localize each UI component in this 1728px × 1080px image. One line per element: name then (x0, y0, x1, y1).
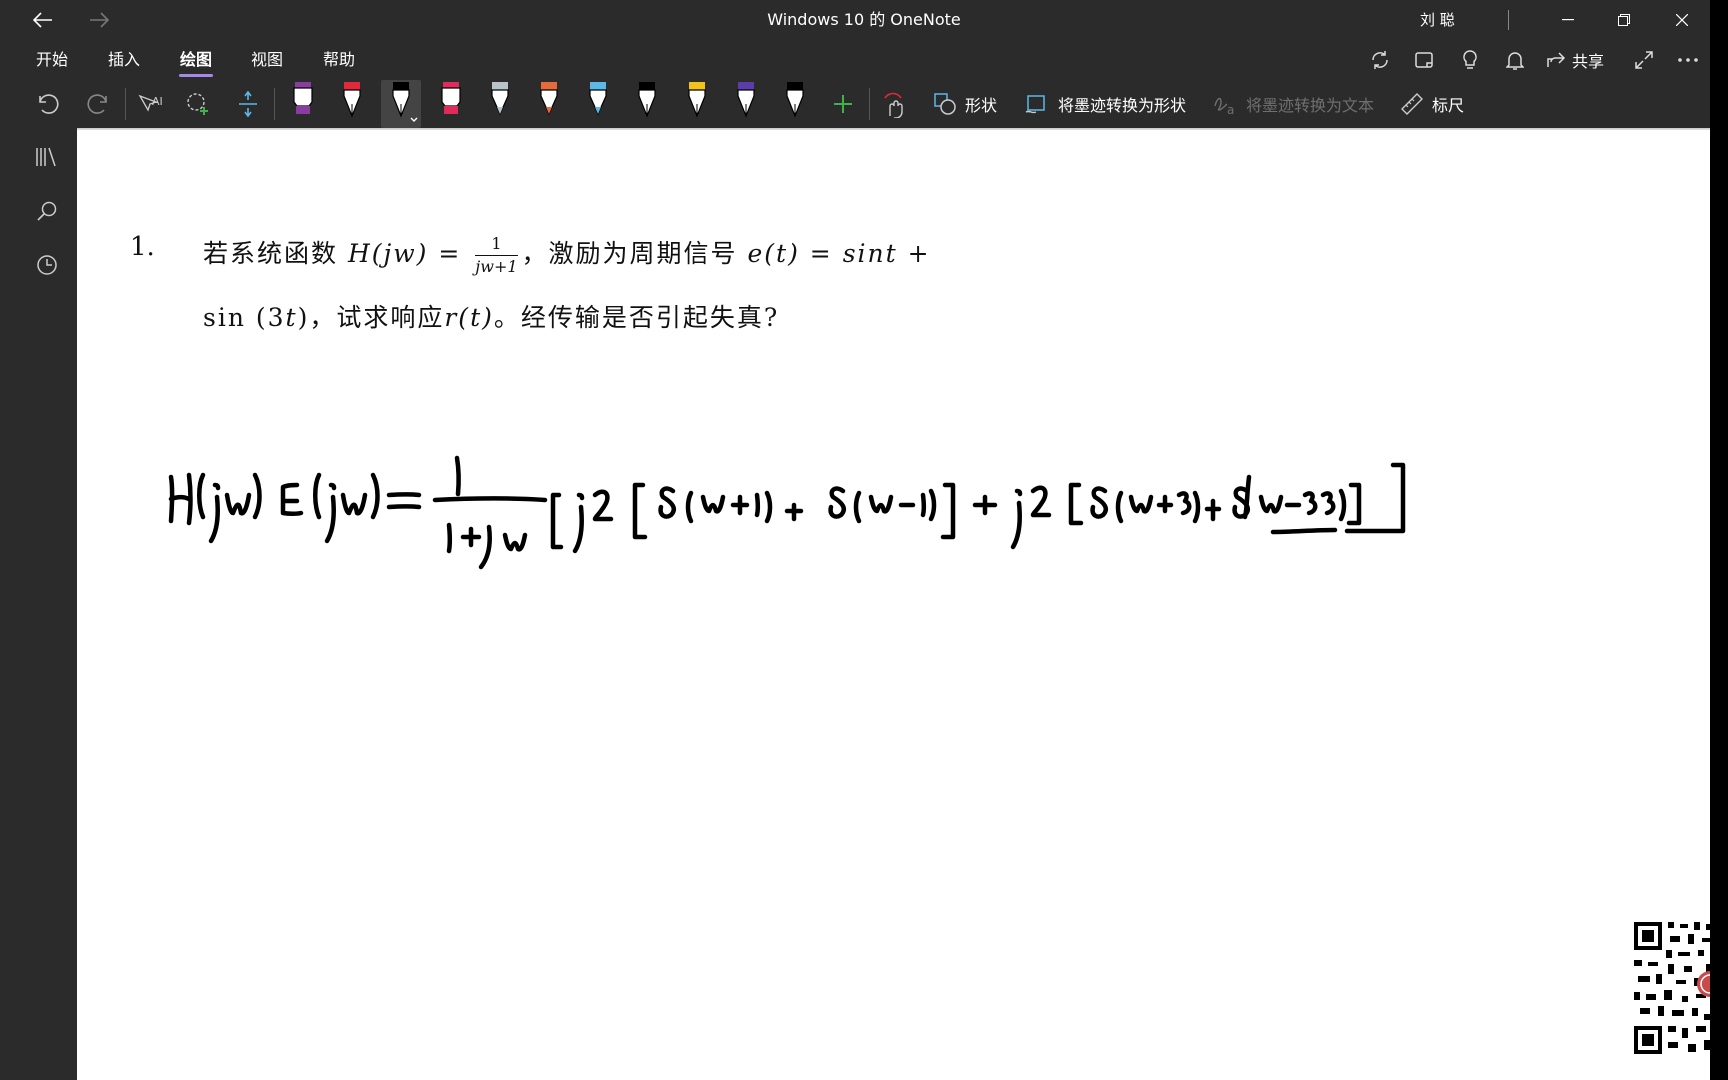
tab-help[interactable]: 帮助 (323, 40, 355, 80)
minimize-icon[interactable] (1545, 0, 1591, 40)
pen-pen-10[interactable] (726, 80, 766, 128)
ruler-button[interactable]: 标尺 (1400, 80, 1464, 128)
pen-pencil-6[interactable] (529, 80, 569, 128)
expand-icon[interactable] (1626, 40, 1662, 80)
question-text: 。经传输是否引起失真? (493, 303, 780, 332)
lasso-select-icon[interactable] (178, 82, 218, 126)
pencil-icon (589, 82, 607, 116)
pen-icon (638, 82, 656, 118)
window-title: Windows 10 的 OneNote (767, 10, 961, 29)
highlighter-icon (440, 82, 461, 114)
pen-pen-2[interactable] (332, 80, 372, 128)
ink-to-text-button[interactable]: a 将墨迹转换为文本 (1212, 80, 1374, 128)
add-pen-icon[interactable] (823, 82, 863, 126)
notebooks-icon[interactable] (32, 142, 62, 172)
pencil-icon (491, 82, 509, 116)
toolbar-separator (125, 88, 126, 120)
draw-toolbar: AI 形状 将墨迹转换为形状 a 将墨迹转换为文本 标尺 (0, 80, 1710, 128)
input-signal: e(t) = sint + (747, 239, 931, 268)
question-text: ，激励为周期信号 (521, 239, 738, 268)
response-signal: r(t) (444, 303, 494, 332)
svg-text:AI: AI (152, 95, 163, 108)
ink-to-shape-label: 将墨迹转换为形状 (1058, 96, 1187, 115)
share-button[interactable]: 共享 (1546, 40, 1604, 80)
share-icon (1547, 52, 1566, 67)
user-name[interactable]: 刘 聪 (1420, 0, 1455, 40)
pencil-icon (540, 82, 558, 116)
ruler-icon (1401, 93, 1423, 115)
pen-pen-3[interactable] (381, 80, 422, 128)
recent-icon[interactable] (32, 250, 62, 280)
question-text: )，试求响应 (297, 303, 445, 332)
pen-icon (737, 82, 755, 118)
more-options-icon[interactable] (1670, 40, 1706, 80)
tab-insert[interactable]: 插入 (108, 40, 140, 80)
pen-pencil-5[interactable] (480, 80, 520, 128)
svg-text:a: a (1227, 103, 1234, 116)
active-tab-indicator (179, 74, 213, 77)
note-canvas[interactable]: 1. 若系统函数 H(jw) = 1 jw+1 ，激励为周期信号 e(t) = … (77, 130, 1710, 1080)
title-bar: Windows 10 的 OneNote 刘 聪 (0, 0, 1710, 40)
pen-pen-11[interactable] (775, 80, 815, 128)
question-line-1: 若系统函数 H(jw) = 1 jw+1 ，激励为周期信号 e(t) = sin… (203, 234, 931, 276)
sync-icon[interactable] (1362, 40, 1398, 80)
touch-drawing-icon[interactable] (874, 82, 914, 126)
search-icon[interactable] (32, 196, 62, 226)
pen-icon (786, 82, 804, 118)
ink-to-shape-icon (1025, 95, 1045, 114)
highlighter-icon (293, 82, 313, 114)
pen-icon (392, 82, 418, 122)
pen-highlighter-1[interactable] (283, 80, 323, 128)
page-view-icon[interactable] (1406, 40, 1442, 80)
ink-to-text-label: 将墨迹转换为文本 (1246, 96, 1375, 115)
question-number: 1. (130, 232, 155, 262)
shapes-icon (934, 93, 956, 115)
shapes-button[interactable]: 形状 (933, 80, 997, 128)
toolbar-separator (869, 88, 870, 120)
ink-to-shape-button[interactable]: 将墨迹转换为形状 (1024, 80, 1186, 128)
handwritten-ink[interactable] (167, 345, 1567, 605)
pen-pen-8[interactable] (627, 80, 667, 128)
redo-icon[interactable] (78, 82, 118, 126)
pen-icon (343, 82, 361, 118)
left-nav (16, 128, 77, 1080)
ribbon-tabs: 开始 插入 绘图 视图 帮助 共享 (0, 40, 1710, 80)
fraction-numerator: 1 (475, 235, 518, 256)
system-function: H(jw) = (347, 239, 462, 268)
pen-pencil-7[interactable] (578, 80, 618, 128)
question-text: 若系统函数 (203, 239, 339, 268)
pen-icon (687, 82, 706, 118)
lightbulb-icon[interactable] (1452, 40, 1488, 80)
ink-to-text-icon: a (1214, 97, 1234, 116)
share-label: 共享 (1572, 52, 1605, 71)
qr-code-icon (1632, 910, 1710, 1058)
question-line-2: sin (3t)，试求响应r(t)。经传输是否引起失真? (203, 298, 779, 334)
undo-icon[interactable] (28, 82, 68, 126)
variable-t: t (285, 303, 298, 332)
select-objects-icon[interactable]: AI (130, 82, 170, 126)
tab-home[interactable]: 开始 (36, 40, 68, 80)
bell-icon[interactable] (1497, 40, 1533, 80)
close-icon[interactable] (1659, 0, 1705, 40)
fraction-denominator: jw+1 (475, 257, 518, 276)
pen-highlighter-4[interactable] (431, 80, 471, 128)
title-separator (1508, 10, 1509, 30)
toolbar-separator (274, 88, 275, 120)
question-text: sin (3 (203, 303, 286, 332)
tab-view[interactable]: 视图 (251, 40, 283, 80)
shapes-label: 形状 (965, 96, 998, 115)
ruler-label: 标尺 (1432, 96, 1465, 115)
screen-edge (1710, 0, 1728, 1080)
pen-pen-9[interactable] (677, 80, 717, 128)
add-space-icon[interactable] (228, 82, 268, 126)
restore-icon[interactable] (1601, 0, 1647, 40)
fraction: 1 jw+1 (475, 235, 518, 276)
